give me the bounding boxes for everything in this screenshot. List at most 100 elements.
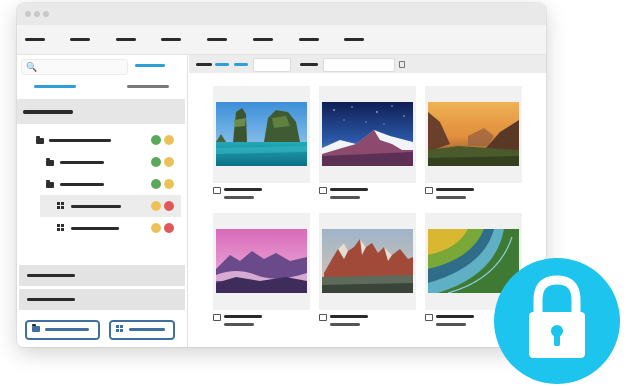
image-starry-snow-mountain — [322, 102, 413, 166]
thumbnail-frame — [319, 213, 416, 310]
card-title — [436, 315, 474, 318]
app-window: 🔍 — [17, 3, 546, 347]
card-subtitle — [330, 323, 360, 326]
gallery-card[interactable] — [213, 213, 310, 329]
search-input[interactable]: 🔍 — [21, 59, 128, 75]
menu-item[interactable] — [161, 38, 181, 41]
tab-inactive[interactable] — [127, 85, 169, 88]
toolbar-item[interactable] — [196, 63, 212, 66]
menu-item[interactable] — [25, 38, 45, 41]
folder-icon — [36, 136, 44, 144]
folder-icon — [46, 158, 54, 166]
grid-button[interactable] — [109, 320, 175, 340]
search-icon: 🔍 — [26, 62, 38, 72]
menu-item[interactable] — [299, 38, 319, 41]
section-label — [27, 274, 75, 277]
image-sunset-valley — [428, 102, 519, 166]
card-subtitle — [436, 323, 466, 326]
title-bar — [17, 3, 546, 25]
maximize-window-button[interactable] — [43, 11, 49, 17]
tree-item-label — [49, 139, 111, 142]
status-dot-red — [164, 201, 174, 211]
toolbar-search-field[interactable] — [323, 58, 395, 72]
tab-active[interactable] — [34, 85, 76, 88]
image-tropical-sea-cliffs — [216, 102, 307, 166]
image-file-icon — [319, 314, 327, 321]
status-dot-green — [151, 135, 161, 145]
grid-icon — [57, 202, 65, 210]
grid-icon — [57, 224, 65, 232]
button-label — [45, 328, 89, 331]
menu-item[interactable] — [207, 38, 227, 41]
lock-badge — [494, 258, 620, 384]
status-dot-yellow — [164, 157, 174, 167]
tree-item-grid[interactable] — [17, 217, 185, 239]
toolbar-item-accent[interactable] — [215, 63, 229, 66]
thumbnail-frame — [213, 213, 310, 310]
folder-icon — [46, 180, 54, 188]
tree-item-label — [60, 183, 104, 186]
tree-item-folder[interactable] — [17, 151, 185, 173]
card-title — [330, 315, 368, 318]
sidebar-section[interactable] — [19, 265, 185, 286]
content-toolbar — [189, 55, 546, 73]
image-file-icon — [213, 314, 221, 321]
image-file-icon — [319, 187, 327, 194]
tree-item-label — [60, 161, 104, 164]
card-title — [224, 188, 262, 191]
card-subtitle — [224, 196, 254, 199]
image-file-icon — [425, 187, 433, 194]
card-subtitle — [436, 196, 466, 199]
thumbnail-frame — [319, 86, 416, 183]
status-dot-green — [151, 179, 161, 189]
lock-icon — [529, 275, 585, 358]
tree-item-label — [71, 227, 119, 230]
menu-item[interactable] — [253, 38, 273, 41]
toolbar-item[interactable] — [300, 63, 318, 66]
tree-item-grid-selected[interactable] — [40, 195, 181, 217]
tree-item-label — [71, 205, 121, 208]
folder-button[interactable] — [25, 320, 100, 340]
image-pink-misty-mountains — [216, 229, 307, 293]
section-label — [27, 298, 75, 301]
tree-header — [17, 99, 185, 124]
image-file-icon — [213, 187, 221, 194]
status-dot-yellow — [151, 201, 161, 211]
button-label — [129, 328, 165, 331]
card-subtitle — [330, 196, 360, 199]
gallery-card[interactable] — [319, 86, 416, 202]
tree-item-folder[interactable] — [17, 173, 185, 195]
image-file-icon — [425, 314, 433, 321]
card-title — [224, 315, 262, 318]
folder-icon — [32, 324, 40, 332]
thumbnail-frame — [213, 86, 310, 183]
gallery-card[interactable] — [213, 86, 310, 202]
status-dot-yellow — [164, 179, 174, 189]
tree-header-label — [23, 110, 73, 114]
toolbar-item-accent[interactable] — [234, 63, 248, 66]
card-subtitle — [224, 323, 254, 326]
search-scope-tab[interactable] — [135, 64, 165, 67]
sidebar: 🔍 — [17, 55, 188, 347]
status-dot-yellow — [151, 223, 161, 233]
thumbnail-frame — [425, 86, 522, 183]
minimize-window-button[interactable] — [34, 11, 40, 17]
card-title — [330, 188, 368, 191]
toolbar-small-icon[interactable] — [399, 61, 405, 68]
menu-bar — [17, 25, 546, 55]
sidebar-section[interactable] — [19, 289, 185, 310]
toolbar-field[interactable] — [253, 58, 291, 72]
image-red-rock-peaks — [322, 229, 413, 293]
status-dot-red — [164, 223, 174, 233]
grid-icon — [116, 325, 124, 333]
menu-item[interactable] — [116, 38, 136, 41]
status-dot-yellow — [164, 135, 174, 145]
menu-item[interactable] — [70, 38, 90, 41]
card-title — [436, 188, 474, 191]
gallery — [189, 73, 546, 347]
close-window-button[interactable] — [25, 11, 31, 17]
gallery-card[interactable] — [425, 86, 522, 202]
tree-item-folder[interactable] — [17, 129, 185, 151]
gallery-card[interactable] — [319, 213, 416, 329]
menu-item[interactable] — [344, 38, 364, 41]
